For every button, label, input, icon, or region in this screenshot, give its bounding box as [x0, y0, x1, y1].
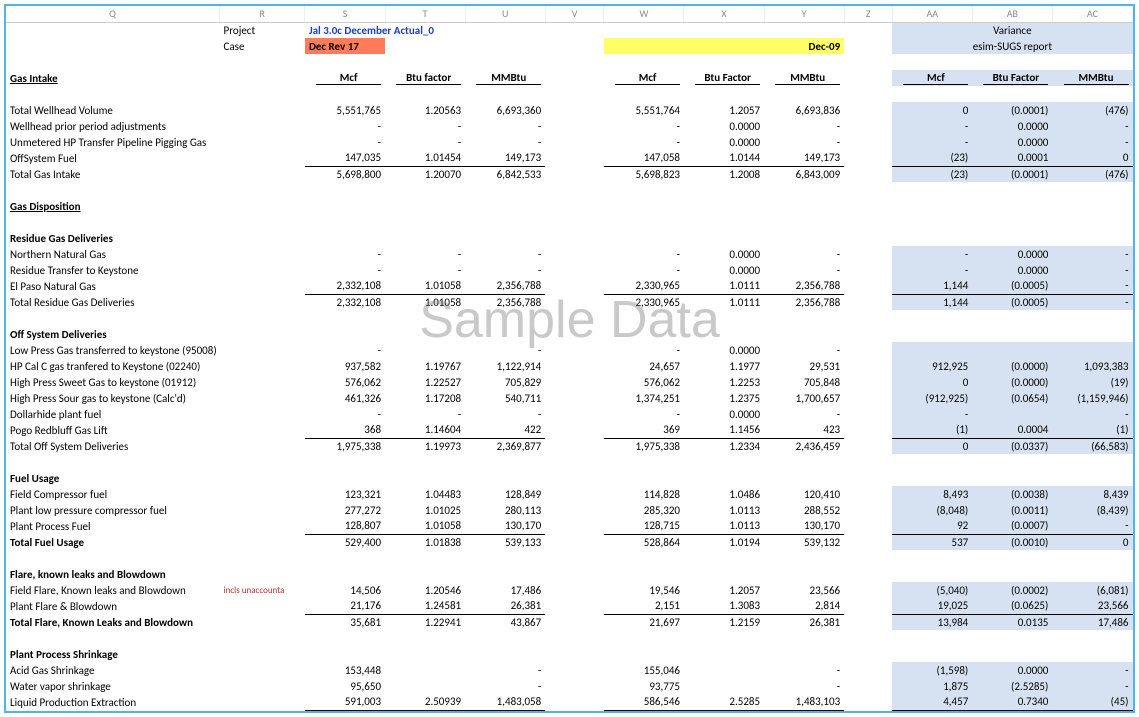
table-row[interactable] — [6, 214, 1133, 230]
row-label: Northern Natural Gas — [6, 246, 220, 262]
row-label: Total Wellhead Volume — [6, 102, 220, 118]
row-label: Wellhead prior period adjustments — [6, 118, 220, 134]
row-label: Total Fuel Usage — [6, 534, 220, 550]
row-label: Dollarhide plant fuel — [6, 406, 220, 422]
col-r[interactable]: R — [220, 6, 305, 22]
table-row[interactable]: Gas Disposition — [6, 198, 1133, 214]
table-row[interactable] — [6, 630, 1133, 646]
row-label: Acid Gas Shrinkage — [6, 662, 220, 678]
row-label: Low Press Gas transferred to keystone (9… — [6, 342, 220, 358]
table-row[interactable]: Wellhead prior period adjustments----0.0… — [6, 118, 1133, 134]
table-row[interactable]: Plant Flare & Blowdown21,1761.2458126,38… — [6, 598, 1133, 614]
table-row[interactable]: Total Gas Intake5,698,8001.200706,842,53… — [6, 166, 1133, 182]
spreadsheet-grid[interactable]: Q R S T U V W X Y Z AA AB AC ProjectJal … — [4, 4, 1135, 713]
col-ac[interactable]: AC — [1052, 6, 1132, 22]
table-row[interactable] — [6, 182, 1133, 198]
project-value: Jal 3.0c December Actual_0 — [305, 22, 545, 38]
variance-header: Variance — [892, 22, 1132, 38]
case-value: Dec Rev 17 — [305, 38, 385, 54]
row-label: High Press Sour gas to keystone (Calc'd) — [6, 390, 220, 406]
table-row[interactable]: Gas IntakeMcfBtu factorMMBtuMcfBtu Facto… — [6, 70, 1133, 86]
row-label: Total Residue Gas Deliveries — [6, 294, 220, 310]
row-label: Residue Transfer to Keystone — [6, 262, 220, 278]
table-row[interactable]: HP Cal C gas tranfered to Keystone (0224… — [6, 358, 1133, 374]
project-label: Project — [220, 22, 305, 38]
row-label: Total Off System Deliveries — [6, 438, 220, 454]
table-row[interactable]: OffSystem Fuel147,0351.01454149,173147,0… — [6, 150, 1133, 166]
flare-note: incls unaccounta — [220, 582, 305, 598]
table-row[interactable]: Plant Process Shrinkage — [6, 646, 1133, 662]
row-label: OffSystem Fuel — [6, 150, 220, 166]
table-row[interactable]: Water vapor shrinkage95,650-93,775-1,875… — [6, 678, 1133, 694]
row-label: El Paso Natural Gas — [6, 278, 220, 294]
row-label: Total Flare, Known Leaks and Blowdown — [6, 614, 220, 630]
esim-label: esim-SUGS report — [892, 38, 1132, 54]
case-label: Case — [220, 38, 305, 54]
table-row[interactable] — [6, 310, 1133, 326]
table-row[interactable]: Plant low pressure compressor fuel277,27… — [6, 502, 1133, 518]
gas-disposition-header: Gas Disposition — [6, 198, 1133, 214]
col-ab[interactable]: AB — [972, 6, 1052, 22]
col-u[interactable]: U — [465, 6, 545, 22]
offsystem-header: Off System Deliveries — [6, 326, 1133, 342]
table-row[interactable] — [6, 454, 1133, 470]
gas-intake-header: Gas Intake — [6, 70, 220, 86]
col-z[interactable]: Z — [844, 6, 892, 22]
table-row[interactable]: Total Off System Deliveries1,975,3381.19… — [6, 438, 1133, 454]
row-label: Plant low pressure compressor fuel — [6, 502, 220, 518]
row-label: Unmetered HP Transfer Pipeline Pigging G… — [6, 134, 220, 150]
table-row[interactable] — [6, 550, 1133, 566]
col-v[interactable]: V — [545, 6, 604, 22]
table-row[interactable]: Total Residue Gas Deliveries2,332,1081.0… — [6, 294, 1133, 310]
table-row[interactable]: High Press Sweet Gas to keystone (01912)… — [6, 374, 1133, 390]
fuel-header: Fuel Usage — [6, 470, 1133, 486]
row-label: Water vapor shrinkage — [6, 678, 220, 694]
table-row[interactable]: CaseDec Rev 17 Dec-09 esim-SUGS report — [6, 38, 1133, 54]
table-row[interactable]: Fuel Usage — [6, 470, 1133, 486]
table-row[interactable]: Dollarhide plant fuel----0.0000--- — [6, 406, 1133, 422]
row-label: Plant Flare & Blowdown — [6, 598, 220, 614]
table-row[interactable]: Residue Gas Deliveries — [6, 230, 1133, 246]
table-row[interactable]: Unmetered HP Transfer Pipeline Pigging G… — [6, 134, 1133, 150]
col-q[interactable]: Q — [6, 6, 220, 22]
residue-header: Residue Gas Deliveries — [6, 230, 1133, 246]
table-row[interactable]: Acid Gas Shrinkage153,448-155,046-(1,598… — [6, 662, 1133, 678]
col-x[interactable]: X — [684, 6, 764, 22]
table-row[interactable] — [6, 86, 1133, 102]
table-row[interactable]: Total Fuel Usage529,4001.01838539,133528… — [6, 534, 1133, 550]
row-label: Total Gas Intake — [6, 166, 220, 182]
col-w[interactable]: W — [604, 6, 684, 22]
row-label: Pogo Redbluff Gas Lift — [6, 422, 220, 438]
table-row[interactable]: Off System Deliveries — [6, 326, 1133, 342]
table-row[interactable]: Field Compressor fuel123,3211.04483128,8… — [6, 486, 1133, 502]
row-label: High Press Sweet Gas to keystone (01912) — [6, 374, 220, 390]
col-t[interactable]: T — [385, 6, 465, 22]
row-label: Field Flare, Known leaks and Blowdown — [6, 582, 220, 598]
table-row[interactable]: Low Press Gas transferred to keystone (9… — [6, 342, 1133, 358]
table-row[interactable]: El Paso Natural Gas2,332,1081.010582,356… — [6, 278, 1133, 294]
col-y[interactable]: Y — [764, 6, 844, 22]
row-label: HP Cal C gas tranfered to Keystone (0224… — [6, 358, 220, 374]
table-row[interactable]: Flare, known leaks and Blowdown — [6, 566, 1133, 582]
table-row[interactable]: Plant Process Fuel128,8071.01058130,1701… — [6, 518, 1133, 534]
period-value: Dec-09 — [764, 38, 844, 54]
table-row[interactable]: Northern Natural Gas----0.0000--0.0000- — [6, 246, 1133, 262]
shrinkage-header: Plant Process Shrinkage — [6, 646, 1133, 662]
row-label: Field Compressor fuel — [6, 486, 220, 502]
row-label: Liquid Production Extraction — [6, 694, 220, 710]
flare-header: Flare, known leaks and Blowdown — [6, 566, 1133, 582]
table-row[interactable]: Liquid Production Extraction591,0032.509… — [6, 694, 1133, 710]
table-row[interactable]: High Press Sour gas to keystone (Calc'd)… — [6, 390, 1133, 406]
table-row[interactable]: Total Flare, Known Leaks and Blowdown35,… — [6, 614, 1133, 630]
col-s[interactable]: S — [305, 6, 385, 22]
table-row[interactable] — [6, 54, 1133, 70]
column-headers: Q R S T U V W X Y Z AA AB AC — [6, 6, 1133, 22]
table-row[interactable]: Total Wellhead Volume5,551,7651.205636,6… — [6, 102, 1133, 118]
table-row[interactable]: ProjectJal 3.0c December Actual_0 Varianc… — [6, 22, 1133, 38]
col-aa[interactable]: AA — [892, 6, 972, 22]
table-row[interactable]: Pogo Redbluff Gas Lift3681.146044223691.… — [6, 422, 1133, 438]
table-row[interactable]: Field Flare, Known leaks and Blowdowninc… — [6, 582, 1133, 598]
row-label: Plant Process Fuel — [6, 518, 220, 534]
table-row[interactable]: Residue Transfer to Keystone----0.0000--… — [6, 262, 1133, 278]
